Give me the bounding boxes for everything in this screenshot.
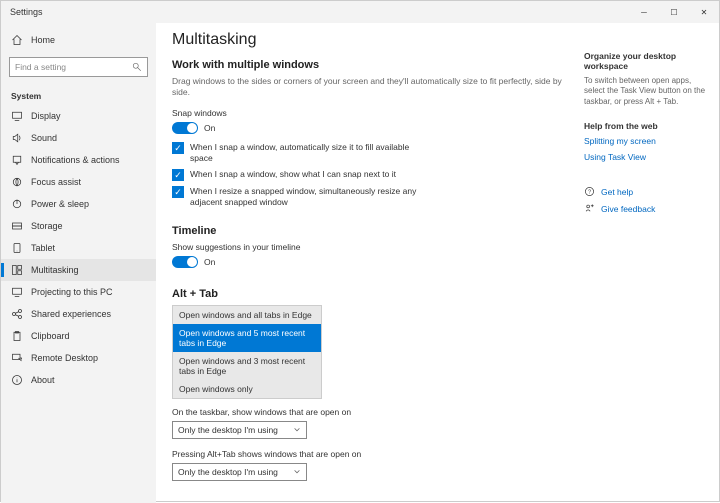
snap-checkbox-2[interactable] bbox=[172, 169, 184, 181]
snap-checkbox-1[interactable] bbox=[172, 142, 184, 154]
nav-projecting[interactable]: Projecting to this PC bbox=[1, 281, 156, 303]
sidebar: Home Find a setting System Display Sound… bbox=[1, 23, 156, 503]
section-label: System bbox=[1, 83, 156, 105]
clipboard-icon bbox=[11, 330, 23, 342]
nav-multitasking[interactable]: Multitasking bbox=[1, 259, 156, 281]
chevron-down-icon bbox=[293, 468, 301, 476]
snap-checkbox-3[interactable] bbox=[172, 186, 184, 198]
notification-icon bbox=[11, 154, 23, 166]
rp-link-taskview[interactable]: Using Task View bbox=[584, 152, 707, 162]
alttab2-select[interactable]: Only the desktop I'm using bbox=[172, 463, 307, 481]
search-input[interactable]: Find a setting bbox=[9, 57, 148, 77]
alttab-dropdown-open[interactable]: Open windows and all tabs in Edge Open w… bbox=[172, 305, 322, 399]
power-icon bbox=[11, 198, 23, 210]
rp-web-title: Help from the web bbox=[584, 121, 707, 131]
window-controls: ─ ☐ ✕ bbox=[629, 1, 719, 23]
snap-label: Snap windows bbox=[172, 108, 568, 118]
display-icon bbox=[11, 110, 23, 122]
section-alttab: Alt + Tab bbox=[172, 288, 568, 300]
nav-display[interactable]: Display bbox=[1, 105, 156, 127]
rp-link-splitting[interactable]: Splitting my screen bbox=[584, 136, 707, 146]
nav-storage[interactable]: Storage bbox=[1, 215, 156, 237]
titlebar: Settings bbox=[1, 1, 719, 23]
taskbar-select[interactable]: Only the desktop I'm using bbox=[172, 421, 307, 439]
dropdown-option[interactable]: Open windows and 3 most recent tabs in E… bbox=[173, 352, 321, 380]
svg-text:?: ? bbox=[588, 190, 591, 196]
toggle-state: On bbox=[204, 123, 215, 133]
rp-organize-text: To switch between open apps, select the … bbox=[584, 76, 707, 107]
dropdown-option[interactable]: Open windows only bbox=[173, 380, 321, 398]
snap-toggle[interactable] bbox=[172, 122, 198, 134]
shared-icon bbox=[11, 308, 23, 320]
projecting-icon bbox=[11, 286, 23, 298]
alttab2-label: Pressing Alt+Tab shows windows that are … bbox=[172, 449, 568, 459]
nav-notifications[interactable]: Notifications & actions bbox=[1, 149, 156, 171]
section-work-windows: Work with multiple windows bbox=[172, 59, 568, 71]
content-area: Multitasking Work with multiple windows … bbox=[156, 23, 584, 503]
page-title: Multitasking bbox=[172, 31, 568, 49]
taskbar-label: On the taskbar, show windows that are op… bbox=[172, 407, 568, 417]
home-icon bbox=[11, 34, 23, 46]
focus-icon bbox=[11, 176, 23, 188]
sound-icon bbox=[11, 132, 23, 144]
nav-remote[interactable]: Remote Desktop bbox=[1, 347, 156, 369]
nav-focus[interactable]: Focus assist bbox=[1, 171, 156, 193]
nav-sound[interactable]: Sound bbox=[1, 127, 156, 149]
right-pane: Organize your desktop workspace To switc… bbox=[584, 23, 719, 503]
dropdown-option[interactable]: Open windows and all tabs in Edge bbox=[173, 306, 321, 324]
section-description: Drag windows to the sides or corners of … bbox=[172, 76, 568, 98]
storage-icon bbox=[11, 220, 23, 232]
about-icon bbox=[11, 374, 23, 386]
timeline-label: Show suggestions in your timeline bbox=[172, 242, 568, 252]
minimize-button[interactable]: ─ bbox=[629, 1, 659, 23]
nav-shared[interactable]: Shared experiences bbox=[1, 303, 156, 325]
chevron-down-icon bbox=[293, 426, 301, 434]
nav-clipboard[interactable]: Clipboard bbox=[1, 325, 156, 347]
maximize-button[interactable]: ☐ bbox=[659, 1, 689, 23]
close-button[interactable]: ✕ bbox=[689, 1, 719, 23]
rp-feedback[interactable]: Give feedback bbox=[584, 203, 707, 214]
nav-tablet[interactable]: Tablet bbox=[1, 237, 156, 259]
search-icon bbox=[132, 62, 142, 72]
rp-organize-title: Organize your desktop workspace bbox=[584, 51, 707, 71]
dropdown-option-selected[interactable]: Open windows and 5 most recent tabs in E… bbox=[173, 324, 321, 352]
multitasking-icon bbox=[11, 264, 23, 276]
nav-about[interactable]: About bbox=[1, 369, 156, 391]
window-title: Settings bbox=[10, 7, 43, 17]
remote-icon bbox=[11, 352, 23, 364]
help-icon: ? bbox=[584, 186, 595, 197]
feedback-icon bbox=[584, 203, 595, 214]
timeline-toggle[interactable] bbox=[172, 256, 198, 268]
nav-power[interactable]: Power & sleep bbox=[1, 193, 156, 215]
section-timeline: Timeline bbox=[172, 225, 568, 237]
home-button[interactable]: Home bbox=[1, 29, 156, 51]
tablet-icon bbox=[11, 242, 23, 254]
rp-get-help[interactable]: ?Get help bbox=[584, 186, 707, 197]
